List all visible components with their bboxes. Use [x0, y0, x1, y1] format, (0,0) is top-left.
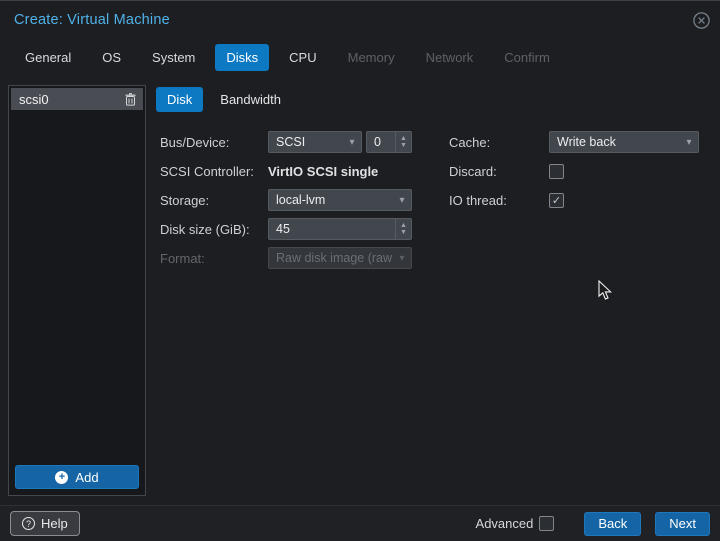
create-vm-dialog: Create: Virtual Machine General OS Syste… [0, 0, 720, 541]
tab-memory: Memory [337, 44, 406, 71]
help-button[interactable]: ? Help [10, 511, 80, 536]
help-button-label: Help [41, 516, 68, 531]
tab-cpu[interactable]: CPU [278, 44, 327, 71]
disk-item-label: scsi0 [19, 92, 49, 107]
bus-number-stepper[interactable]: 0 ▲▼ [366, 131, 412, 153]
advanced-label: Advanced [476, 516, 534, 531]
chevron-down-icon: ▾ [343, 137, 361, 148]
disk-subtabs: Disk Bandwidth [156, 87, 712, 112]
storage-label: Storage: [160, 193, 268, 208]
tab-network: Network [415, 44, 485, 71]
io-thread-label: IO thread: [449, 193, 549, 208]
next-button[interactable]: Next [655, 512, 710, 536]
tab-general[interactable]: General [14, 44, 82, 71]
disk-size-stepper[interactable]: 45 ▲▼ [268, 218, 412, 240]
tab-os[interactable]: OS [91, 44, 132, 71]
cache-select[interactable]: Write back ▾ [549, 131, 699, 153]
tab-disks[interactable]: Disks [215, 44, 269, 71]
format-select: Raw disk image (raw ▾ [268, 247, 412, 269]
stepper-arrows-icon[interactable]: ▲▼ [395, 219, 411, 239]
io-thread-checkbox[interactable] [549, 193, 564, 208]
scsi-controller-label: SCSI Controller: [160, 164, 268, 179]
add-disk-button[interactable]: + Add [15, 465, 139, 489]
chevron-down-icon: ▾ [393, 253, 411, 264]
disk-size-label: Disk size (GiB): [160, 222, 268, 237]
dialog-titlebar: Create: Virtual Machine [0, 1, 720, 39]
plus-circle-icon: + [55, 471, 68, 484]
disk-form: Bus/Device: SCSI ▾ 0 ▲▼ Cache: Write bac… [160, 131, 710, 276]
tab-confirm: Confirm [493, 44, 561, 71]
list-item-scsi0[interactable]: scsi0 [11, 88, 143, 110]
discard-label: Discard: [449, 164, 549, 179]
bus-device-label: Bus/Device: [160, 135, 268, 150]
format-select-value: Raw disk image (raw [269, 251, 393, 265]
advanced-checkbox[interactable] [539, 516, 554, 531]
bus-select-value: SCSI [269, 135, 343, 149]
dialog-footer: ? Help Advanced Back Next [0, 505, 720, 541]
disk-settings-panel: Disk Bandwidth Bus/Device: SCSI ▾ 0 ▲▼ [156, 87, 712, 497]
cache-select-value: Write back [550, 135, 680, 149]
page-title: Create: Virtual Machine [14, 12, 170, 28]
close-icon[interactable] [692, 11, 710, 29]
add-button-label: Add [75, 470, 98, 485]
subtab-bandwidth[interactable]: Bandwidth [209, 87, 292, 112]
subtab-disk[interactable]: Disk [156, 87, 203, 112]
cache-label: Cache: [449, 135, 549, 150]
bus-number-value: 0 [367, 135, 395, 149]
chevron-down-icon: ▾ [393, 195, 411, 206]
chevron-down-icon: ▾ [680, 137, 698, 148]
help-circle-icon: ? [22, 517, 35, 530]
storage-select-value: local-lvm [269, 193, 393, 207]
discard-checkbox[interactable] [549, 164, 564, 179]
bus-select[interactable]: SCSI ▾ [268, 131, 362, 153]
disk-list-panel: scsi0 + Add [8, 85, 146, 496]
format-label: Format: [160, 251, 268, 266]
storage-select[interactable]: local-lvm ▾ [268, 189, 412, 211]
wizard-tabbar: General OS System Disks CPU Memory Netwo… [14, 41, 712, 73]
scsi-controller-value: VirtIO SCSI single [268, 164, 378, 179]
tab-system[interactable]: System [141, 44, 206, 71]
trash-icon[interactable] [123, 92, 137, 106]
disk-size-value: 45 [269, 222, 395, 236]
back-button[interactable]: Back [584, 512, 641, 536]
stepper-arrows-icon[interactable]: ▲▼ [395, 132, 411, 152]
